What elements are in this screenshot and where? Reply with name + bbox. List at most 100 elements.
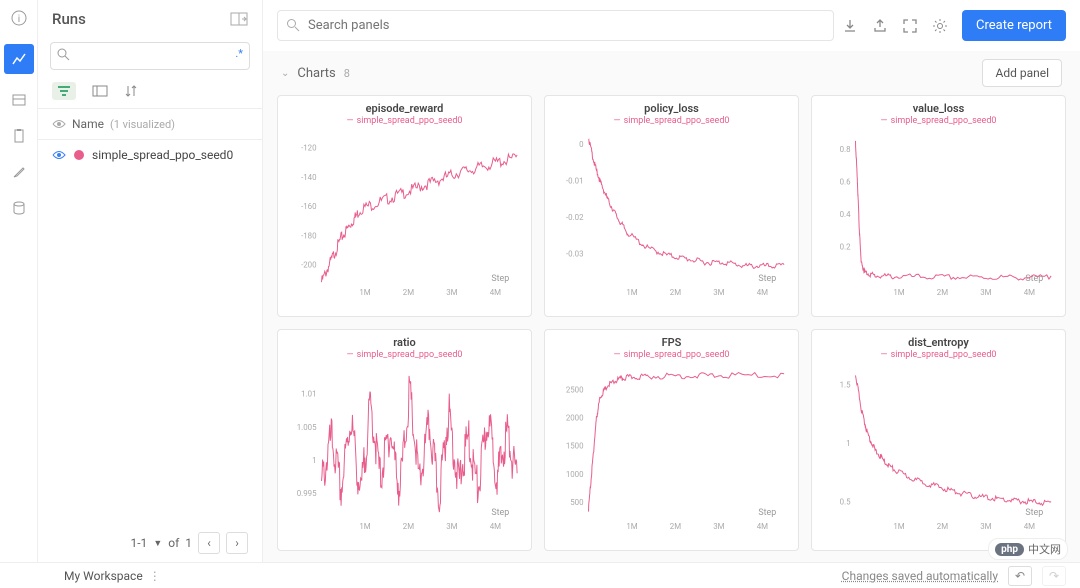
svg-text:2M: 2M [403, 288, 414, 297]
svg-text:2500: 2500 [566, 385, 584, 394]
pager: 1-1 ▼ of 1 ‹ › [38, 524, 262, 562]
svg-text:4M: 4M [1024, 522, 1035, 531]
chart-title: policy_loss [549, 102, 794, 115]
svg-text:-200: -200 [301, 261, 317, 270]
svg-text:4M: 4M [757, 522, 768, 531]
share-icon[interactable] [872, 18, 888, 34]
workspace-menu-icon[interactable]: ⋮ [149, 569, 161, 583]
filter-icon[interactable] [52, 82, 76, 100]
run-color-dot [74, 150, 84, 160]
panel-search-input[interactable] [277, 10, 834, 41]
database-icon[interactable] [9, 198, 29, 218]
chart-icon[interactable] [4, 44, 34, 74]
svg-text:-180: -180 [301, 231, 317, 240]
svg-text:-0.03: -0.03 [566, 250, 584, 259]
chart-card[interactable]: value_loss simple_spread_ppo_seed0 0.20.… [811, 95, 1066, 317]
svg-text:1: 1 [312, 456, 316, 465]
chart-title: value_loss [816, 102, 1061, 115]
chart-card[interactable]: episode_reward simple_spread_ppo_seed0 -… [277, 95, 532, 317]
svg-text:-120: -120 [301, 144, 317, 153]
charts-grid: episode_reward simple_spread_ppo_seed0 -… [263, 95, 1080, 562]
brush-icon[interactable] [9, 162, 29, 182]
svg-text:1000: 1000 [566, 470, 584, 479]
create-report-button[interactable]: Create report [962, 10, 1066, 41]
chart-card[interactable]: dist_entropy simple_spread_ppo_seed0 0.5… [811, 329, 1066, 551]
svg-text:1.005: 1.005 [297, 423, 317, 432]
svg-text:1500: 1500 [566, 442, 584, 451]
svg-text:1M: 1M [626, 288, 637, 297]
svg-text:-140: -140 [301, 173, 317, 182]
panel-search[interactable] [277, 10, 834, 41]
svg-text:2M: 2M [670, 288, 681, 297]
chevron-down-icon[interactable]: ⌄ [281, 68, 289, 79]
runs-name-header[interactable]: Name (1 visualized) [38, 108, 262, 140]
footer: My Workspace ⋮ Changes saved automatical… [0, 562, 1080, 588]
run-list: simple_spread_ppo_seed0 [38, 140, 262, 524]
download-icon[interactable] [842, 18, 858, 34]
svg-text:Step: Step [491, 508, 509, 518]
sidebar-title: Runs [52, 10, 86, 28]
svg-text:Step: Step [1025, 274, 1043, 284]
svg-text:500: 500 [570, 498, 583, 507]
run-item[interactable]: simple_spread_ppo_seed0 [38, 140, 262, 170]
chart-card[interactable]: policy_loss simple_spread_ppo_seed0 -0.0… [544, 95, 799, 317]
runs-search[interactable]: .* [50, 42, 250, 70]
gear-icon[interactable] [932, 18, 948, 34]
svg-text:-0.01: -0.01 [566, 176, 584, 185]
undo-button[interactable]: ↶ [1008, 566, 1032, 586]
svg-text:4M: 4M [490, 288, 501, 297]
workspace-name[interactable]: My Workspace [64, 569, 143, 583]
svg-text:4M: 4M [490, 522, 501, 531]
table-icon[interactable] [9, 90, 29, 110]
pager-prev[interactable]: ‹ [198, 532, 220, 554]
info-icon[interactable]: i [9, 8, 29, 28]
svg-text:3M: 3M [980, 288, 991, 297]
chart-title: dist_entropy [816, 336, 1061, 349]
chart-title: ratio [282, 336, 527, 349]
svg-text:2M: 2M [403, 522, 414, 531]
columns-icon[interactable] [230, 12, 248, 26]
group-icon[interactable] [92, 85, 108, 97]
search-icon [286, 18, 300, 32]
chart-card[interactable]: FPS simple_spread_ppo_seed0 500100015002… [544, 329, 799, 551]
expand-icon[interactable] [902, 18, 918, 34]
chart-legend: simple_spread_ppo_seed0 [816, 350, 1061, 360]
nav-iconbar: i [0, 0, 38, 562]
svg-text:3M: 3M [713, 288, 724, 297]
chart-legend: simple_spread_ppo_seed0 [282, 350, 527, 360]
pager-next[interactable]: › [226, 532, 248, 554]
svg-text:4M: 4M [757, 288, 768, 297]
svg-text:Step: Step [758, 274, 776, 284]
main-panel: Create report ⌄ Charts 8 Add panel episo… [263, 0, 1080, 562]
svg-text:1M: 1M [893, 522, 904, 531]
sort-icon[interactable] [124, 84, 138, 98]
chart-legend: simple_spread_ppo_seed0 [549, 116, 794, 126]
svg-text:2M: 2M [937, 522, 948, 531]
svg-text:Step: Step [758, 508, 776, 518]
svg-text:1M: 1M [626, 522, 637, 531]
eye-icon[interactable] [52, 150, 66, 160]
chart-title: episode_reward [282, 102, 527, 115]
svg-text:3M: 3M [980, 522, 991, 531]
add-panel-button[interactable]: Add panel [982, 59, 1062, 87]
svg-text:2M: 2M [937, 288, 948, 297]
chart-legend: simple_spread_ppo_seed0 [549, 350, 794, 360]
svg-text:0.8: 0.8 [840, 145, 851, 154]
svg-text:-0.02: -0.02 [566, 213, 584, 222]
chart-legend: simple_spread_ppo_seed0 [816, 116, 1061, 126]
run-name: simple_spread_ppo_seed0 [92, 148, 233, 162]
redo-button[interactable]: ↷ [1042, 566, 1066, 586]
svg-text:1M: 1M [359, 522, 370, 531]
svg-text:0.6: 0.6 [840, 178, 852, 187]
svg-text:3M: 3M [446, 522, 457, 531]
svg-text:4M: 4M [1024, 288, 1035, 297]
chart-count: 8 [344, 67, 350, 80]
svg-text:1M: 1M [893, 288, 904, 297]
runs-search-input[interactable] [50, 42, 250, 70]
visualized-count: (1 visualized) [110, 118, 175, 131]
svg-text:1: 1 [846, 439, 850, 448]
svg-text:1.5: 1.5 [840, 381, 852, 390]
regex-icon[interactable]: .* [235, 47, 243, 60]
chart-card[interactable]: ratio simple_spread_ppo_seed0 0.99511.00… [277, 329, 532, 551]
clipboard-icon[interactable] [9, 126, 29, 146]
